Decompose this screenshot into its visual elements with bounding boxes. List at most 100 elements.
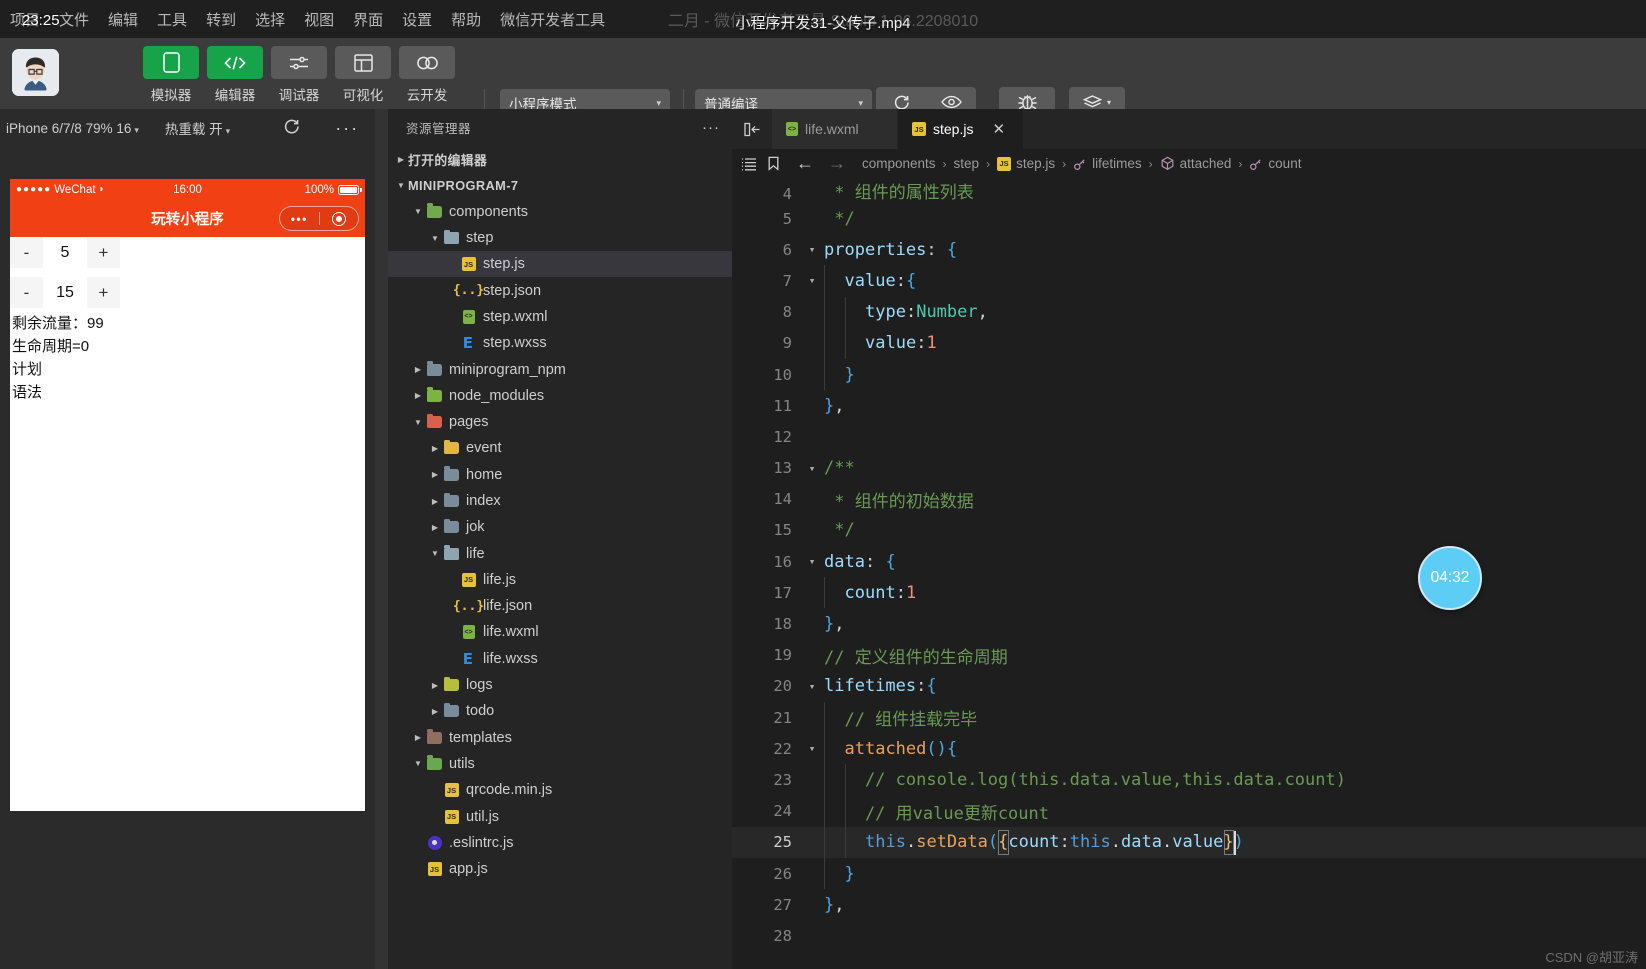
tree-twisty-icon[interactable]: ▶ <box>428 497 442 506</box>
tree-folder-pages[interactable]: ▼ pages <box>388 409 732 435</box>
tree-folder-index[interactable]: ▶ index <box>388 488 732 514</box>
tree-twisty-icon[interactable]: ▼ <box>428 549 442 558</box>
explorer-more-icon[interactable]: ··· <box>702 119 720 136</box>
fold-chevron-icon[interactable]: ▾ <box>800 742 824 755</box>
phone-icon[interactable] <box>143 46 199 79</box>
tree-twisty-icon[interactable]: ▼ <box>394 181 408 190</box>
tree-twisty-icon[interactable]: ▶ <box>394 155 408 164</box>
tree-twisty-icon[interactable]: ▶ <box>428 470 442 479</box>
code-line-12[interactable]: 12 <box>732 421 1646 452</box>
code-line-14[interactable]: 14 * 组件的初始数据 <box>732 484 1646 515</box>
code-line-21[interactable]: 21 // 组件挂载完毕 <box>732 702 1646 734</box>
tree-folder-todo[interactable]: ▶ todo <box>388 698 732 724</box>
tree-folder-node_modules[interactable]: ▶ node_modules <box>388 383 732 409</box>
layout-icon[interactable] <box>335 46 391 79</box>
toolbar-调试器[interactable]: 调试器 <box>271 46 327 104</box>
fold-chevron-icon[interactable]: ▾ <box>800 555 824 568</box>
tree-folder-life[interactable]: ▼ life <box>388 540 732 566</box>
code-line-6[interactable]: 6 ▾ properties: { <box>732 234 1646 265</box>
phone-simulator[interactable]: ●●●●● WeChat ◗ 16:00 100% 玩转小程序 ••• -5 + <box>10 179 365 811</box>
back-arrow-icon[interactable]: ← <box>796 153 814 174</box>
toolbar-模拟器[interactable]: 模拟器 <box>143 46 199 104</box>
tree-file-util.js[interactable]: JS util.js <box>388 803 732 829</box>
tree-twisty-icon[interactable]: ▶ <box>411 391 425 400</box>
fold-chevron-icon[interactable]: ▾ <box>800 462 824 475</box>
code-line-24[interactable]: 24 // 用value更新count <box>732 795 1646 827</box>
code-line-9[interactable]: 9 value:1 <box>732 327 1646 359</box>
tree-folder-MINIPROGRAM-7[interactable]: ▼ MINIPROGRAM-7 <box>388 172 732 198</box>
tree-folder-home[interactable]: ▶ home <box>388 462 732 488</box>
tree-folder-打开的编辑器[interactable]: ▶ 打开的编辑器 <box>388 146 732 172</box>
toolbar-编辑器[interactable]: 编辑器 <box>207 46 263 104</box>
fold-chevron-icon[interactable]: ▾ <box>800 680 824 693</box>
code-line-20[interactable]: 20 ▾ lifetimes:{ <box>732 671 1646 702</box>
tree-file-life.js[interactable]: JS life.js <box>388 567 732 593</box>
bookmark-icon[interactable] <box>767 156 780 171</box>
code-line-19[interactable]: 19 // 定义组件的生命周期 <box>732 640 1646 671</box>
outline-icon[interactable] <box>741 157 757 171</box>
tree-folder-utils[interactable]: ▼ utils <box>388 751 732 777</box>
editor-tab-step.js[interactable]: JS step.js ✕ <box>898 109 1024 149</box>
code-line-10[interactable]: 10 } <box>732 358 1646 391</box>
code-line-17[interactable]: 17 count:1 <box>732 577 1646 609</box>
breadcrumb-item-count[interactable]: count <box>1249 156 1301 171</box>
fold-chevron-icon[interactable]: ▾ <box>800 243 824 256</box>
stepper-plus-0[interactable]: + <box>87 237 120 268</box>
code-icon[interactable] <box>207 46 263 79</box>
tree-twisty-icon[interactable]: ▶ <box>411 365 425 374</box>
code-line-23[interactable]: 23 // console.log(this.data.value,this.d… <box>732 764 1646 796</box>
video-timer-bubble[interactable]: 04:32 <box>1418 546 1482 610</box>
tab-close-icon[interactable]: ✕ <box>992 120 1005 138</box>
toolbar-可视化[interactable]: 可视化 <box>335 46 391 104</box>
tree-folder-step[interactable]: ▼ step <box>388 225 732 251</box>
split-editor-icon[interactable] <box>732 109 772 149</box>
code-line-4[interactable]: 4 * 组件的属性列表 <box>732 178 1646 203</box>
code-lines[interactable]: 4 * 组件的属性列表 5 */6 ▾ properties: {7 ▾ value:{… <box>732 178 1646 969</box>
breadcrumb-item-step[interactable]: step <box>954 156 980 171</box>
breadcrumb-item-components[interactable]: components <box>862 156 936 171</box>
tree-folder-templates[interactable]: ▶ templates <box>388 725 732 751</box>
fold-chevron-icon[interactable]: ▾ <box>800 274 824 287</box>
tree-folder-miniprogram_npm[interactable]: ▶ miniprogram_npm <box>388 356 732 382</box>
code-line-26[interactable]: 26 } <box>732 857 1646 890</box>
code-line-8[interactable]: 8 type:Number, <box>732 296 1646 328</box>
breadcrumb-item-step.js[interactable]: JS step.js <box>997 156 1055 171</box>
tree-twisty-icon[interactable]: ▶ <box>428 681 442 690</box>
tree-file-qrcode.min.js[interactable]: JS qrcode.min.js <box>388 777 732 803</box>
tree-file-life.wxml[interactable]: <> life.wxml <box>388 619 732 645</box>
hot-reload-select[interactable]: 热重载 开 ▾ <box>159 118 236 138</box>
tree-folder-logs[interactable]: ▶ logs <box>388 672 732 698</box>
code-line-15[interactable]: 15 */ <box>732 515 1646 546</box>
tree-twisty-icon[interactable]: ▼ <box>411 759 425 768</box>
code-line-5[interactable]: 5 */ <box>732 203 1646 234</box>
code-line-27[interactable]: 27}, <box>732 889 1646 920</box>
tree-twisty-icon[interactable]: ▶ <box>428 523 442 532</box>
code-line-25[interactable]: 25 this.setData({count:this.data.value}) <box>732 826 1646 858</box>
tree-twisty-icon[interactable]: ▼ <box>411 207 425 216</box>
cloud-icon[interactable] <box>399 46 455 79</box>
tree-file-step.wxml[interactable]: <> step.wxml <box>388 304 732 330</box>
tree-twisty-icon[interactable]: ▼ <box>411 418 425 427</box>
code-line-22[interactable]: 22 ▾ attached(){ <box>732 733 1646 765</box>
breadcrumb-item-lifetimes[interactable]: lifetimes <box>1073 156 1142 171</box>
editor-tab-life.wxml[interactable]: <> life.wxml <box>772 109 898 149</box>
tree-file-step.json[interactable]: {..} step.json <box>388 277 732 303</box>
code-line-18[interactable]: 18}, <box>732 608 1646 639</box>
tree-folder-event[interactable]: ▶ event <box>388 435 732 461</box>
code-line-28[interactable]: 28 <box>732 920 1646 951</box>
code-line-13[interactable]: 13 ▾/** <box>732 453 1646 484</box>
tree-file-app.js[interactable]: JS app.js <box>388 856 732 882</box>
wechat-capsule-buttons[interactable]: ••• <box>279 206 359 231</box>
tree-file-life.wxss[interactable]: Ǝlife.wxss <box>388 646 732 672</box>
simulator-more-icon[interactable]: ··· <box>329 119 365 137</box>
forward-arrow-icon[interactable]: → <box>828 153 846 174</box>
tree-file-life.json[interactable]: {..} life.json <box>388 593 732 619</box>
device-select[interactable]: iPhone 6/7/8 79% 16 ▾ <box>0 121 145 136</box>
code-line-11[interactable]: 11}, <box>732 390 1646 421</box>
tree-twisty-icon[interactable]: ▶ <box>428 707 442 716</box>
tree-folder-components[interactable]: ▼ components <box>388 199 732 225</box>
user-avatar[interactable] <box>12 49 59 96</box>
code-line-16[interactable]: 16 ▾ data: { <box>732 546 1646 577</box>
tree-file-.eslintrc.js[interactable]: .eslintrc.js <box>388 830 732 856</box>
breadcrumb-item-attached[interactable]: attached <box>1160 156 1231 171</box>
